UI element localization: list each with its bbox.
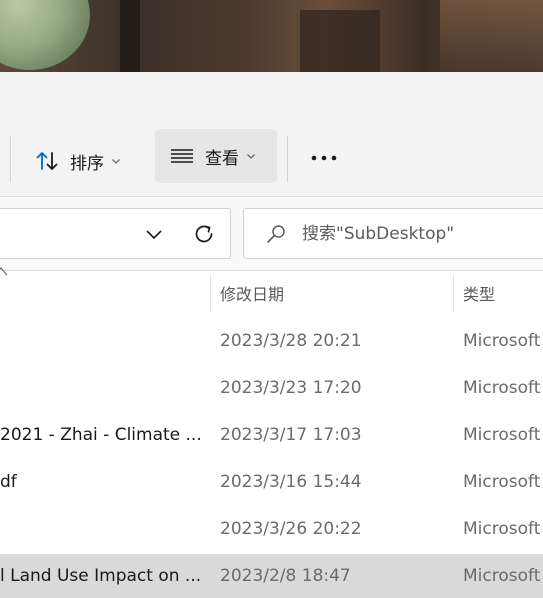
file-modified-date: 2023/3/26 20:22 [220, 519, 362, 539]
chevron-down-icon [146, 230, 162, 240]
file-type: Microsoft [463, 472, 541, 492]
more-dots-icon [311, 155, 337, 161]
file-row[interactable]: df 2023/3/16 15:44 Microsoft [0, 460, 543, 507]
file-type: Microsoft [463, 425, 541, 445]
file-modified-date: 2023/3/23 17:20 [220, 378, 362, 398]
search-box[interactable] [243, 208, 543, 259]
wallpaper-figure [0, 0, 90, 70]
view-list-icon [169, 143, 195, 169]
file-row-selected[interactable]: l Land Use Impact on ... 2023/2/8 18:47 … [0, 554, 543, 598]
toolbar-divider [10, 136, 11, 182]
toolbar-divider [287, 136, 288, 182]
sort-button[interactable]: 排序 [22, 134, 140, 188]
wallpaper-shadow [120, 0, 140, 72]
chevron-down-icon [110, 155, 122, 167]
address-history-button[interactable] [141, 222, 167, 246]
file-row[interactable]: 2023/3/26 20:22 Microsoft [0, 507, 543, 554]
file-list: 修改日期 类型 2023/3/28 20:21 Microsoft 2023/3… [0, 267, 543, 598]
address-bar[interactable] [0, 208, 231, 259]
file-row[interactable]: 2021 - Zhai - Climate ... 2023/3/17 17:0… [0, 413, 543, 460]
sort-icon [34, 148, 60, 174]
column-header-type[interactable]: 类型 [463, 281, 495, 305]
command-bar: 排序 查看 [0, 124, 543, 194]
view-button-label: 查看 [205, 148, 239, 169]
file-type: Microsoft [463, 331, 541, 351]
file-row[interactable]: 2023/3/28 20:21 Microsoft [0, 319, 543, 366]
file-modified-date: 2023/3/17 17:03 [220, 425, 362, 445]
column-divider[interactable] [453, 275, 454, 313]
desktop-wallpaper [0, 0, 543, 72]
address-row [0, 196, 543, 270]
file-type: Microsoft [463, 378, 541, 398]
column-header-date[interactable]: 修改日期 [220, 281, 284, 305]
column-header-row: 修改日期 类型 [0, 267, 543, 317]
view-button[interactable]: 查看 [155, 129, 277, 183]
wallpaper-shadow [300, 10, 380, 72]
wallpaper-shadow [440, 0, 543, 72]
sort-button-label: 排序 [70, 153, 104, 174]
file-type: Microsoft [463, 519, 541, 539]
more-options-button[interactable] [302, 142, 346, 174]
file-row[interactable]: 2023/3/23 17:20 Microsoft [0, 366, 543, 413]
column-divider[interactable] [210, 275, 211, 313]
file-type: Microsoft [463, 566, 541, 586]
search-input[interactable] [302, 217, 542, 251]
file-name: l Land Use Impact on ... [0, 566, 200, 586]
file-modified-date: 2023/3/16 15:44 [220, 472, 362, 492]
refresh-button[interactable] [190, 220, 218, 248]
search-icon [264, 222, 288, 246]
file-explorer-window: 排序 查看 搜索"SubDesktop" 修改日期 类型 2023/3/28 2… [0, 72, 543, 598]
refresh-icon [195, 225, 213, 243]
file-modified-date: 2023/3/28 20:21 [220, 331, 362, 351]
sort-ascending-caret-icon [0, 267, 8, 276]
file-modified-date: 2023/2/8 18:47 [220, 566, 351, 586]
chevron-down-icon [245, 150, 257, 162]
file-name: df [0, 472, 17, 492]
file-name: 2021 - Zhai - Climate ... [0, 425, 200, 445]
